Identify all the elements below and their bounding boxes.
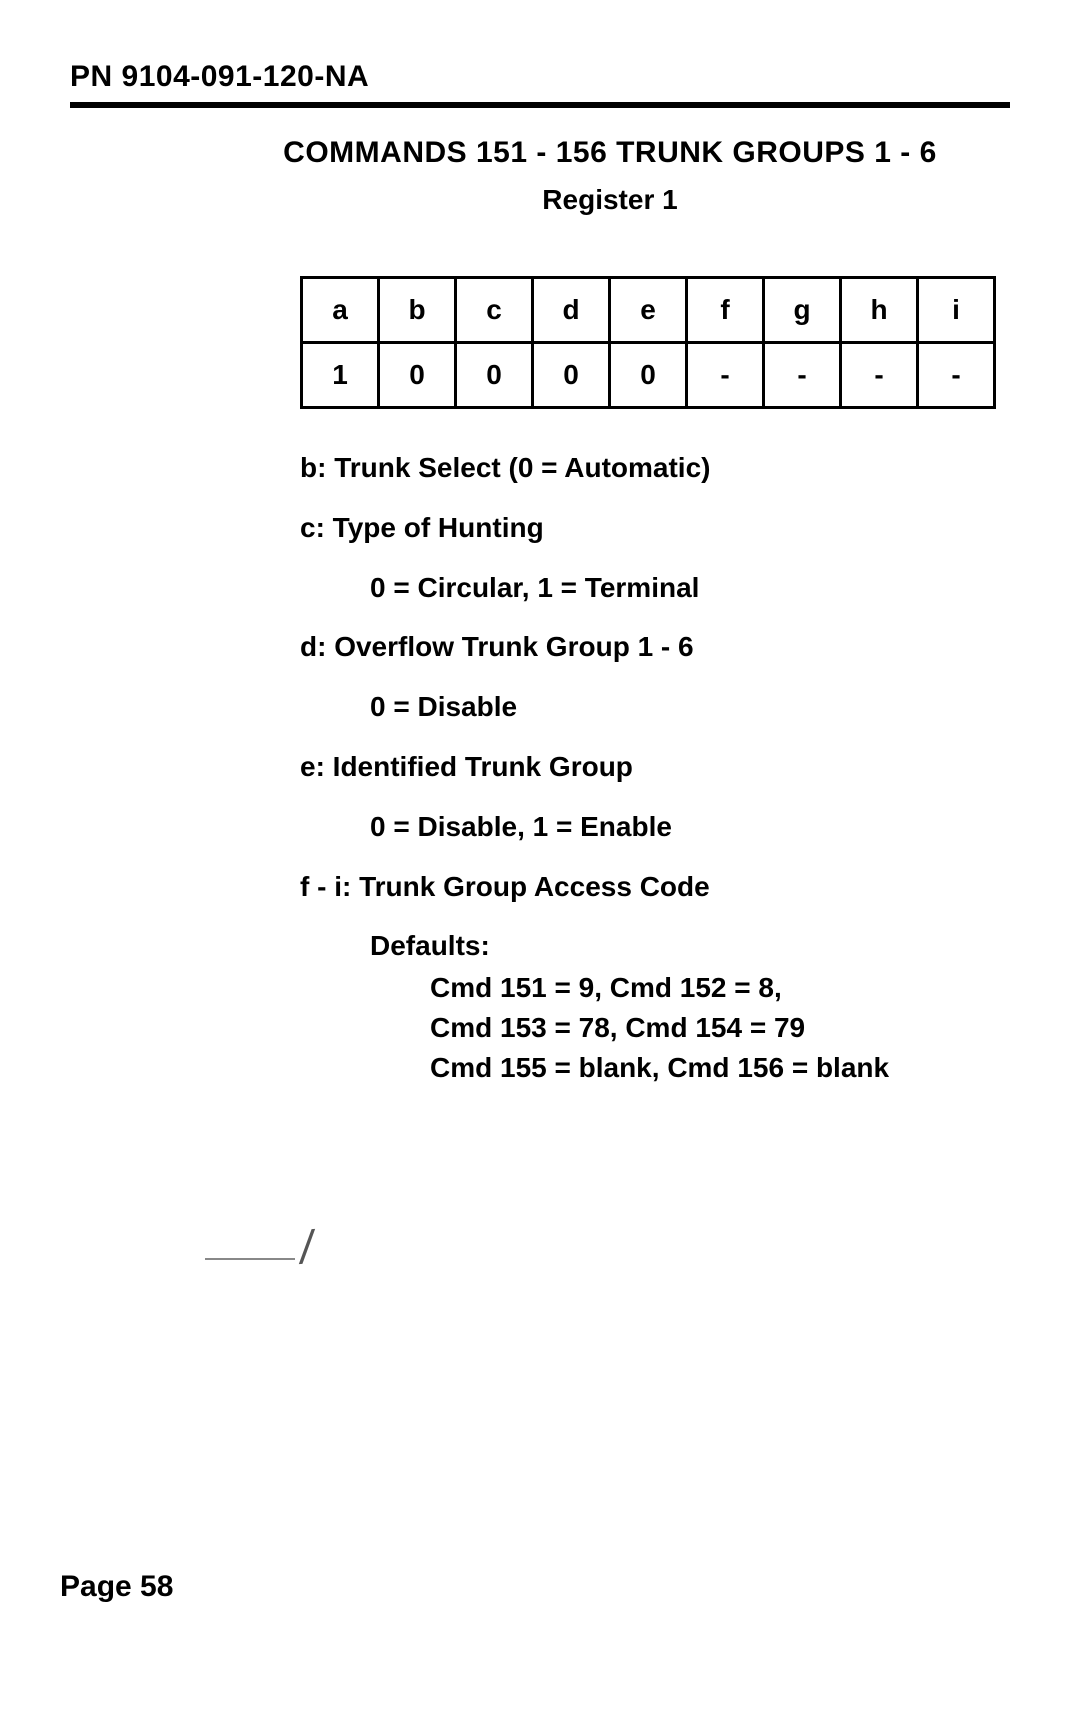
table-header-row: a b c d e f g h i (302, 278, 995, 343)
col-f: f (687, 278, 764, 343)
defaults-line-2: Cmd 153 = 78, Cmd 154 = 79 (430, 1009, 1010, 1047)
def-c-sub: 0 = Circular, 1 = Terminal (370, 569, 1010, 607)
col-g: g (764, 278, 841, 343)
page-number: Page 58 (60, 1570, 173, 1604)
col-d: d (533, 278, 610, 343)
def-d: d: Overflow Trunk Group 1 - 6 (300, 628, 1010, 666)
def-e-sub: 0 = Disable, 1 = Enable (370, 808, 1010, 846)
val-g: - (764, 343, 841, 408)
col-e: e (610, 278, 687, 343)
val-f: - (687, 343, 764, 408)
definitions: b: Trunk Select (0 = Automatic) c: Type … (300, 449, 1010, 1087)
val-h: - (841, 343, 918, 408)
page-subtitle: Register 1 (210, 184, 1010, 216)
val-e: 0 (610, 343, 687, 408)
col-h: h (841, 278, 918, 343)
val-i: - (918, 343, 995, 408)
val-d: 0 (533, 343, 610, 408)
col-b: b (379, 278, 456, 343)
register-table: a b c d e f g h i 1 0 0 0 0 - - - - (300, 276, 996, 409)
col-i: i (918, 278, 995, 343)
val-b: 0 (379, 343, 456, 408)
val-c: 0 (456, 343, 533, 408)
def-f: f - i: Trunk Group Access Code (300, 868, 1010, 906)
def-e: e: Identified Trunk Group (300, 748, 1010, 786)
defaults-label: Defaults: (370, 927, 1010, 965)
col-c: c (456, 278, 533, 343)
col-a: a (302, 278, 379, 343)
val-a: 1 (302, 343, 379, 408)
def-b: b: Trunk Select (0 = Automatic) (300, 449, 1010, 487)
doc-number: PN 9104-091-120-NA (70, 60, 1010, 94)
table-row: 1 0 0 0 0 - - - - (302, 343, 995, 408)
defaults-line-1: Cmd 151 = 9, Cmd 152 = 8, (430, 969, 1010, 1007)
scan-artifact-line (205, 1258, 295, 1260)
scan-artifact-slash: / (298, 1220, 315, 1275)
def-d-sub: 0 = Disable (370, 688, 1010, 726)
def-c: c: Type of Hunting (300, 509, 1010, 547)
header-rule (70, 102, 1010, 108)
defaults-line-3: Cmd 155 = blank, Cmd 156 = blank (430, 1049, 1010, 1087)
page-title: COMMANDS 151 - 156 TRUNK GROUPS 1 - 6 (210, 136, 1010, 170)
